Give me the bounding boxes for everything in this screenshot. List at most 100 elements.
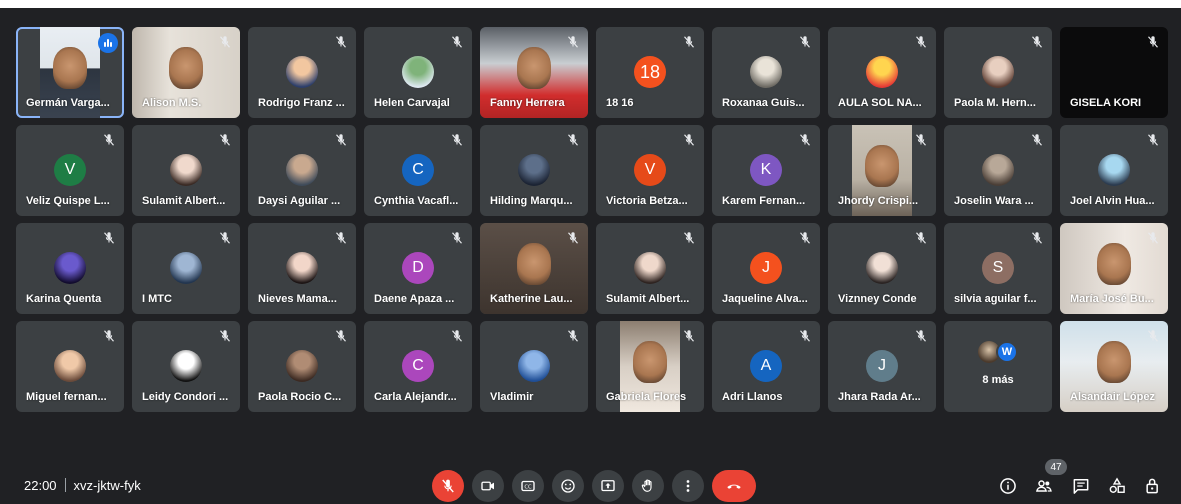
camera-toggle-button[interactable]: [472, 470, 504, 502]
participant-tile[interactable]: 18 18 16: [596, 27, 704, 118]
participant-tile[interactable]: C Carla Alejandr...: [364, 321, 472, 412]
participant-tile[interactable]: Daysi Aguilar ...: [248, 125, 356, 216]
activities-button[interactable]: [1105, 474, 1129, 498]
participant-name: 18 16: [606, 97, 634, 109]
participant-tile[interactable]: Paola Rocio C...: [248, 321, 356, 412]
avatar: [982, 154, 1014, 186]
participant-tile[interactable]: Jhordy Crispi...: [828, 125, 936, 216]
raise-hand-button[interactable]: [632, 470, 664, 502]
leave-call-button[interactable]: [712, 470, 756, 502]
participant-tile[interactable]: Alison M.S.: [132, 27, 240, 118]
people-icon: [1036, 480, 1052, 492]
chat-button[interactable]: [1069, 474, 1093, 498]
participant-tile[interactable]: Miguel fernan...: [16, 321, 124, 412]
present-screen-icon: [601, 480, 615, 492]
participant-name: Daysi Aguilar ...: [258, 195, 341, 207]
participant-tile[interactable]: K Karem Fernan...: [712, 125, 820, 216]
mic-muted-icon: [1144, 229, 1162, 247]
participant-tile[interactable]: W 8 más: [944, 321, 1052, 412]
mic-muted-icon: [216, 229, 234, 247]
mic-muted-icon: [332, 33, 350, 51]
svg-text:CC: CC: [524, 484, 532, 490]
person-face: [53, 47, 87, 90]
participant-tile[interactable]: V Victoria Betza...: [596, 125, 704, 216]
participant-name: Miguel fernan...: [26, 391, 107, 403]
participant-tile[interactable]: I MTC: [132, 223, 240, 314]
participant-tile[interactable]: C Cynthia Vacafl...: [364, 125, 472, 216]
mic-muted-icon: [912, 327, 930, 345]
avatar: [286, 56, 318, 88]
participant-tile[interactable]: Vladimir: [480, 321, 588, 412]
mic-muted-icon: [796, 131, 814, 149]
info-icon: [1000, 478, 1016, 494]
avatar-initial: W: [996, 341, 1018, 363]
participant-name: Karina Quenta: [26, 293, 102, 305]
avatar: [286, 252, 318, 284]
participant-tile[interactable]: Rodrigo Franz ...: [248, 27, 356, 118]
participant-tile[interactable]: Katherine Lau...: [480, 223, 588, 314]
avatar: [518, 350, 550, 382]
participant-tile[interactable]: J Jhara Rada Ar...: [828, 321, 936, 412]
mic-muted-icon: [796, 327, 814, 345]
participant-tile[interactable]: J Jaqueline Alva...: [712, 223, 820, 314]
participant-tile[interactable]: Viznney Conde: [828, 223, 936, 314]
host-controls-button[interactable]: [1141, 474, 1165, 498]
participant-name: Veliz Quispe L...: [26, 195, 110, 207]
present-button[interactable]: [592, 470, 624, 502]
participant-name: GISELA KORI: [1070, 97, 1142, 109]
more-options-button[interactable]: [672, 470, 704, 502]
participant-tile[interactable]: Karina Quenta: [16, 223, 124, 314]
more-participants-label: 8 más: [982, 374, 1014, 386]
participant-tile[interactable]: Sulamit Albert...: [132, 125, 240, 216]
mic-muted-icon: [216, 327, 234, 345]
people-button[interactable]: 47: [1032, 459, 1067, 498]
participant-tile[interactable]: María José Bu...: [1060, 223, 1168, 314]
participant-tile[interactable]: Paola M. Hern...: [944, 27, 1052, 118]
mic-muted-icon: [1144, 327, 1162, 345]
participant-tile[interactable]: Fanny Herrera: [480, 27, 588, 118]
avatar-initial: A: [750, 350, 782, 382]
mic-muted-icon: [564, 33, 582, 51]
participant-tile[interactable]: AULA SOL NA...: [828, 27, 936, 118]
participant-name: Vladimir: [490, 391, 534, 403]
mic-muted-icon: [680, 131, 698, 149]
participant-tile[interactable]: Nieves Mama...: [248, 223, 356, 314]
participant-tile[interactable]: GISELA KORI: [1060, 27, 1168, 118]
participant-tile[interactable]: V Veliz Quispe L...: [16, 125, 124, 216]
participant-name: Jhordy Crispi...: [838, 195, 919, 207]
participant-name: Katherine Lau...: [490, 293, 573, 305]
avatar-initial: V: [634, 154, 666, 186]
participant-name: Alison M.S.: [142, 97, 202, 109]
avatar-initial: J: [866, 350, 898, 382]
participant-tile[interactable]: Joselin Wara ...: [944, 125, 1052, 216]
participant-tile[interactable]: Sulamit Albert...: [596, 223, 704, 314]
participant-tile[interactable]: Ssilvia aguilar f...: [944, 223, 1052, 314]
mic-toggle-button[interactable]: [432, 470, 464, 502]
chat-icon: [1073, 479, 1089, 494]
reactions-button[interactable]: [552, 470, 584, 502]
avatar-initial: S: [982, 252, 1014, 284]
participant-name: Viznney Conde: [838, 293, 917, 305]
hand-icon: [641, 479, 652, 492]
participant-tile[interactable]: Helen Carvajal: [364, 27, 472, 118]
participant-tile[interactable]: Hilding Marqu...: [480, 125, 588, 216]
participant-name: Paola Rocio C...: [258, 391, 342, 403]
participant-tile[interactable]: Roxanaa Guis...: [712, 27, 820, 118]
participant-tile[interactable]: A Adri Llanos: [712, 321, 820, 412]
participant-tile[interactable]: Alsandair López: [1060, 321, 1168, 412]
mic-muted-icon: [912, 131, 930, 149]
person-face: [633, 341, 667, 384]
participant-tile[interactable]: Joel Alvin Hua...: [1060, 125, 1168, 216]
meeting-details-button[interactable]: [996, 474, 1020, 498]
avatar: [982, 56, 1014, 88]
captions-button[interactable]: CC: [512, 470, 544, 502]
participant-tile[interactable]: Gabriela Flores: [596, 321, 704, 412]
participant-tile[interactable]: D Daene Apaza ...: [364, 223, 472, 314]
mic-muted-icon: [332, 131, 350, 149]
participant-tile[interactable]: Germán Varga...: [16, 27, 124, 118]
participant-name: Leidy Condori ...: [142, 391, 229, 403]
participant-name: Roxanaa Guis...: [722, 97, 805, 109]
participant-tile[interactable]: Leidy Condori ...: [132, 321, 240, 412]
mic-muted-icon: [1028, 131, 1046, 149]
side-panel-tools: 47: [996, 459, 1176, 502]
